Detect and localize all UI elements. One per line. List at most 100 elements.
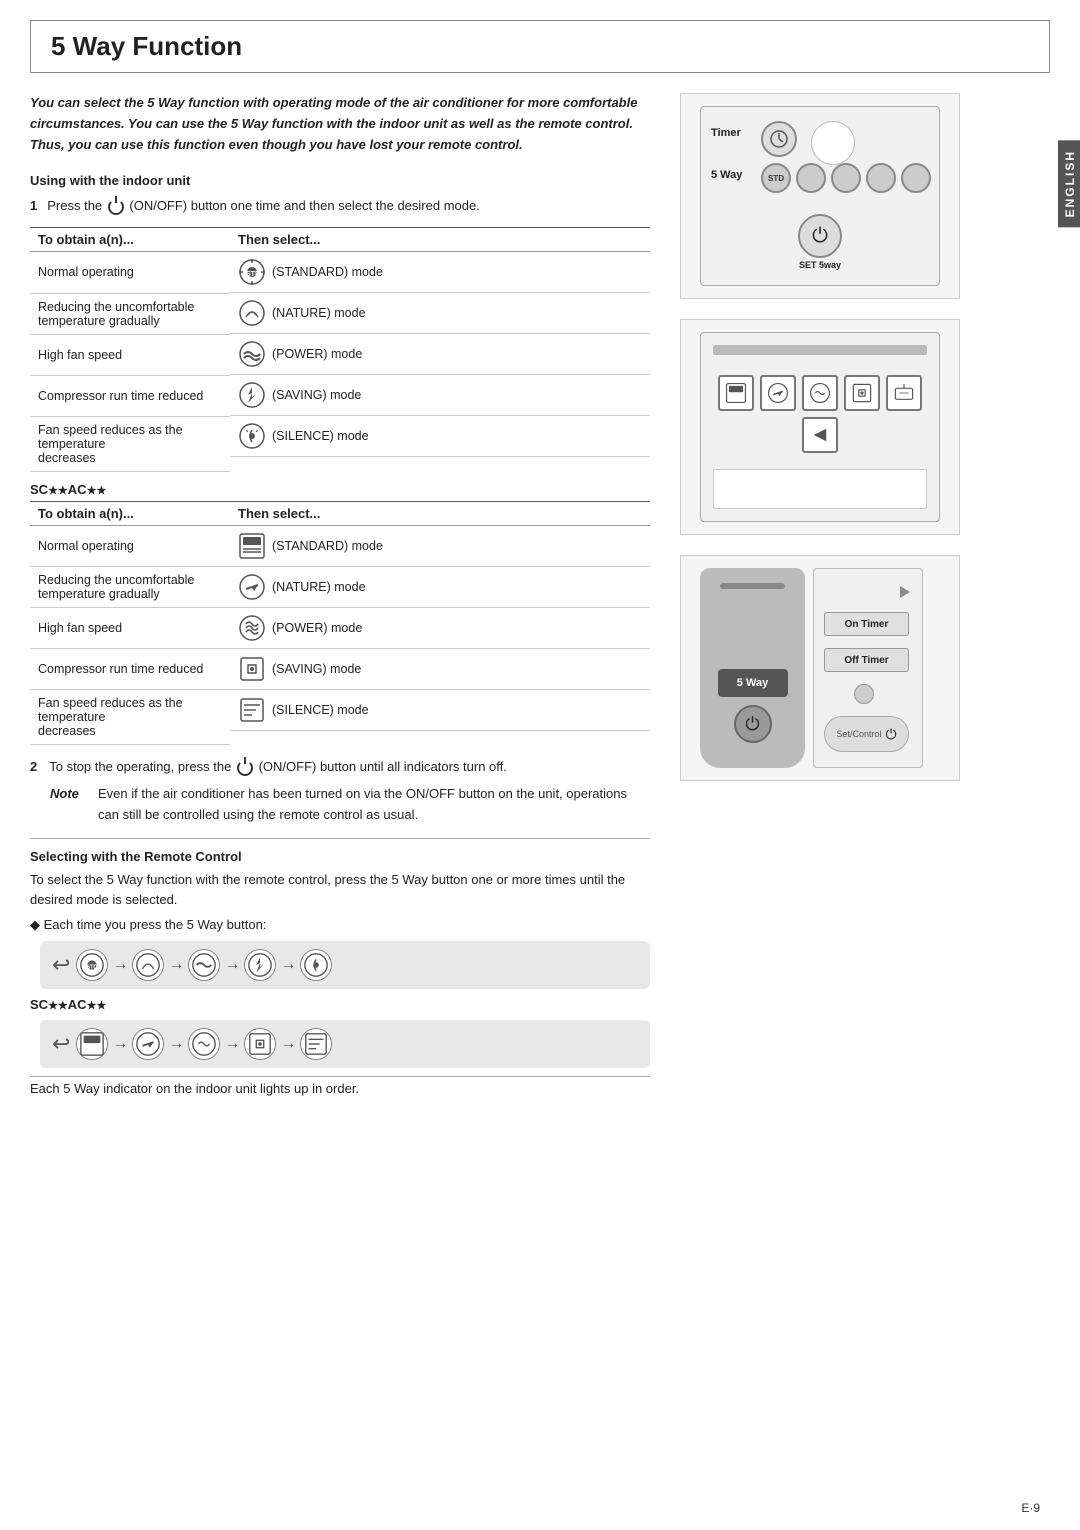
way5-label: 5 Way [711,169,742,181]
indoor-section: Using with the indoor unit 1 Press the (… [30,173,650,1100]
timer-label: Timer [711,127,741,139]
obtain-cell: Compressor run time reduced [30,649,230,690]
way5-btn: 5 Way [737,677,768,689]
remote-text: To select the 5 Way function with the re… [30,870,650,912]
mode-cell: (SILENCE) mode [230,416,650,457]
mode-cell: (POWER) mode [230,334,650,375]
table-row: Fan speed reduces as the temperaturedecr… [30,416,650,471]
arrow-icon: → [224,1035,240,1053]
obtain-cell: Normal operating [30,252,230,294]
mode-cell: (STANDARD) mode [230,526,650,567]
mode-name: (STANDARD) mode [272,265,383,279]
obtain-cell: Compressor run time reduced [30,375,230,416]
step2: 2 To stop the operating, press the (ON/O… [30,757,650,778]
mode-name: (POWER) mode [272,347,362,361]
step1: 1 Press the (ON/OFF) button one time and… [30,196,650,217]
table-row: Compressor run time reduced (SAVING) mod… [30,375,650,416]
col2-header-2: Then select... [230,501,650,525]
arrow-icon: → [168,1035,184,1053]
obtain-cell: Fan speed reduces as the temperaturedecr… [30,690,230,745]
mode-table-2: To obtain a(n)... Then select... Normal … [30,501,650,746]
mode-cell: (SAVING) mode [230,649,650,690]
table-row: High fan speed (POWER) mode [30,608,650,649]
table-row: High fan speed (POWER) mode [30,334,650,375]
seq-icon2-std [76,1028,108,1060]
arrow-icon: → [280,956,296,974]
mode-name: (SILENCE) mode [272,703,369,717]
mode-name: (NATURE) mode [272,580,366,594]
obtain-cell: High fan speed [30,334,230,375]
seq-icon-std: STD [76,949,108,981]
note-label: Note [50,784,90,826]
seq-icon2-saving [244,1028,276,1060]
table-row: Compressor run time reduced (SAVING) mod… [30,649,650,690]
seq-icon2-silence [300,1028,332,1060]
table-row: Reducing the uncomfortabletemperature gr… [30,293,650,334]
page-number: E·9 [1021,1501,1040,1515]
seq-icon-silence [300,949,332,981]
arrow-icon: → [168,956,184,974]
step2-text: To stop the operating, press the (ON/OFF… [49,757,507,778]
curved-arrow-icon-2: ↩ [52,1031,70,1057]
divider [30,838,650,839]
svg-text:STD: STD [246,271,260,278]
english-tab: ENGLISH [1058,140,1080,227]
sc-label-2: SC★★AC★★ [30,997,650,1012]
mode-cell: (SAVING) mode [230,375,650,416]
off-timer-btn[interactable]: Off Timer [824,648,909,672]
table-row: Normal operating STD [30,252,650,294]
arrow-icon: → [112,956,128,974]
intro-text: You can select the 5 Way function with o… [30,93,650,155]
mode-cell: STD (STANDARD) mode [230,252,650,293]
table-row: Fan speed reduces as the temperaturedecr… [30,690,650,745]
step2-num: 2 [30,757,37,778]
table-row: Normal operating (STANDARD) mode [30,525,650,567]
note-text: Even if the air conditioner has been tur… [98,784,650,826]
curved-arrow-icon: ↩ [52,952,70,978]
ac-panel-diagram [680,319,960,535]
svg-text:STD: STD [87,965,98,971]
mode-table-1: To obtain a(n)... Then select... Normal … [30,227,650,472]
seq-icon-power [188,949,220,981]
arrow-icon: → [224,956,240,974]
mode-name: (STANDARD) mode [272,539,383,553]
col1-header-2: To obtain a(n)... [30,501,230,525]
arrow-icon: → [112,1035,128,1053]
bottom-note: Each 5 Way indicator on the indoor unit … [30,1076,650,1100]
obtain-cell: High fan speed [30,608,230,649]
page-title-box: 5 Way Function [30,20,1050,73]
remote-heading: Selecting with the Remote Control [30,849,650,864]
step1-num: 1 [30,196,37,217]
obtain-cell: Fan speed reduces as the temperaturedecr… [30,416,230,471]
indoor-heading: Using with the indoor unit [30,173,650,188]
mode-cell: (POWER) mode [230,608,650,649]
seq-icon-saving [244,949,276,981]
seq-icon2-nature [132,1028,164,1060]
page-title: 5 Way Function [51,31,1029,62]
col2-header: Then select... [230,228,650,252]
seq-icon2-power [188,1028,220,1060]
step1-text: Press the (ON/OFF) button one time and t… [47,196,480,217]
table-row: Reducing the uncomfortabletemperature gr… [30,567,650,608]
on-timer-btn[interactable]: On Timer [824,612,909,636]
mode-cell: (NATURE) mode [230,293,650,334]
obtain-cell: Normal operating [30,525,230,567]
mode-name: (SAVING) mode [272,662,361,676]
seq-icon-nature [132,949,164,981]
mode-cell: (SILENCE) mode [230,690,650,731]
obtain-cell: Reducing the uncomfortabletemperature gr… [30,293,230,334]
mode-name: (POWER) mode [272,621,362,635]
right-column: Timer 5 Way STD [670,93,960,1100]
remote-diagram: 5 Way ⏻ On Timer Off Tim [680,555,960,781]
arrow-sequence-2: ↩ → → [40,1020,650,1068]
note-row: Note Even if the air conditioner has bee… [50,784,650,826]
set5way-label: SET 5way [799,260,841,270]
sc-label-1: SC★★AC★★ [30,482,650,497]
obtain-cell: Reducing the uncomfortabletemperature gr… [30,567,230,608]
arrow-icon: → [280,1035,296,1053]
mode-name: (SAVING) mode [272,388,361,402]
bullet-text: ◆ Each time you press the 5 Way button: [30,917,650,933]
arrow-sequence-1: ↩ STD → → [40,941,650,989]
mode-name: (SILENCE) mode [272,429,369,443]
mode-name: (NATURE) mode [272,306,366,320]
